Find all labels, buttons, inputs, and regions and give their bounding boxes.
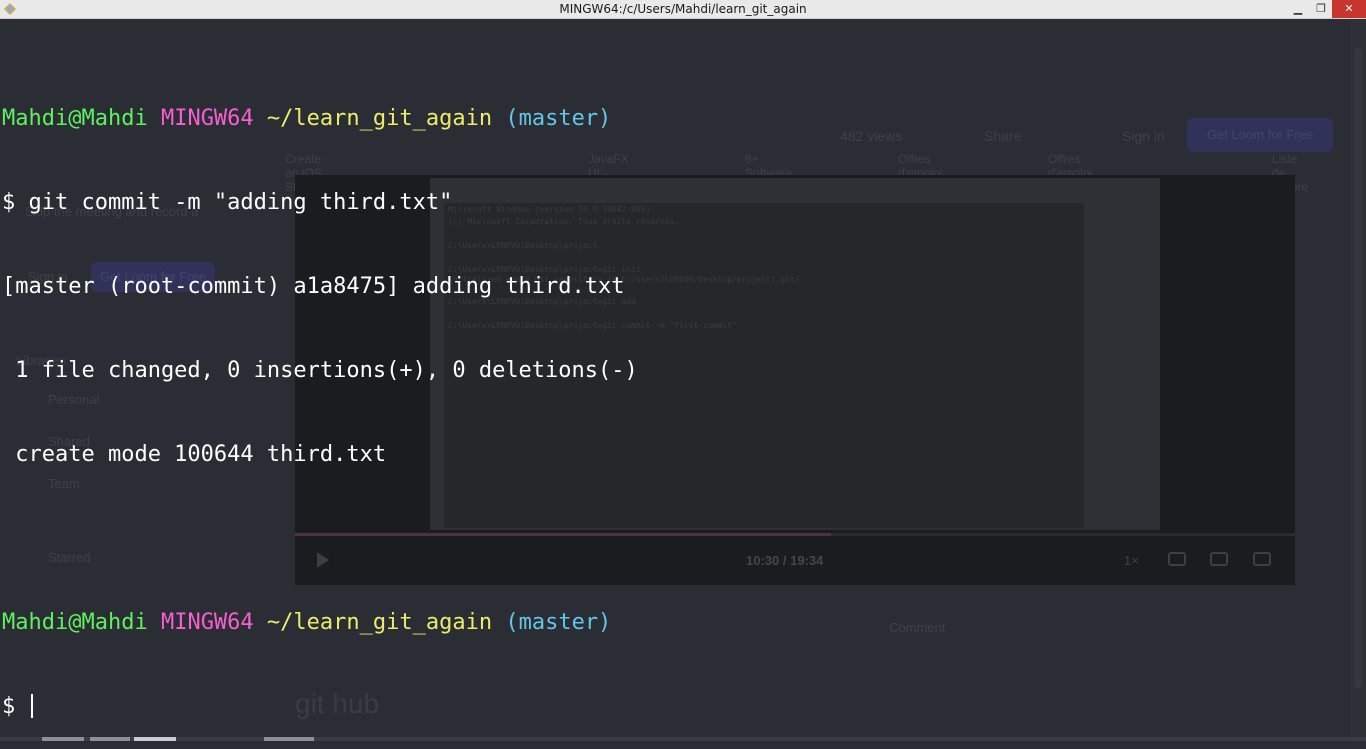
speed-label: 1× [1124,553,1139,568]
window-titlebar[interactable]: MINGW64:/c/Users/Mahdi/learn_git_again ▁… [0,0,1366,19]
prompt-system: MINGW64 [160,106,254,131]
close-button[interactable]: ✕ [1332,0,1366,18]
sign-in-link: Sign in [1122,128,1165,144]
input-prompt: $ [2,694,29,719]
prompt-path: ~/learn_git_again [266,610,493,635]
prompt-branch: (master) [505,610,612,635]
prompt-user-host: Mahdi@Mahdi [2,106,148,131]
output-line: [master (root-commit) a1a8475] adding th… [2,274,625,299]
window-title: MINGW64:/c/Users/Mahdi/learn_git_again [559,2,807,16]
terminal-output[interactable]: Mahdi@Mahdi MINGW64 ~/learn_git_again (m… [2,49,638,749]
views-count: 482 views [840,128,903,144]
prompt-path: ~/learn_git_again [266,106,493,131]
output-line: create mode 100644 third.txt [2,442,387,467]
prompt-branch: (master) [505,106,612,131]
theater-icon [1168,552,1186,566]
command-line: $ git commit -m "adding third.txt" [2,190,453,215]
prompt-system: MINGW64 [160,610,254,635]
comment-button: Comment [889,620,946,635]
pip-icon [1210,552,1228,566]
get-loom-button: Get Loom for Free [1187,118,1333,152]
share-link: Share [984,128,1022,144]
scrollbar[interactable] [1350,18,1366,737]
prompt-user-host: Mahdi@Mahdi [2,610,148,635]
fullscreen-icon [1253,552,1271,566]
minimize-button[interactable]: ▁ [1286,0,1310,18]
taskbar-strip [0,737,1366,741]
scrollbar-thumb[interactable] [1354,48,1362,688]
output-line: 1 file changed, 0 insertions(+), 0 delet… [2,358,638,383]
prompt-line: Mahdi@Mahdi MINGW64 ~/learn_git_again (m… [2,609,638,637]
prompt-line: Mahdi@Mahdi MINGW64 ~/learn_git_again (m… [2,105,638,133]
input-line[interactable]: $ [2,693,638,721]
video-time: 10:30 / 19:34 [746,553,824,568]
text-cursor [30,694,33,718]
maximize-button[interactable]: ❐ [1309,0,1333,18]
